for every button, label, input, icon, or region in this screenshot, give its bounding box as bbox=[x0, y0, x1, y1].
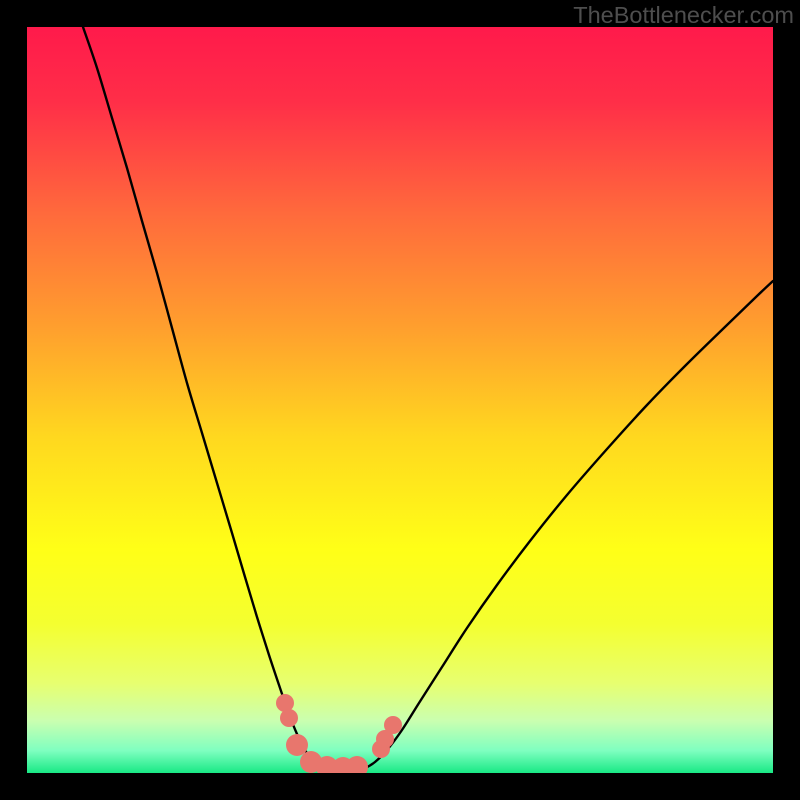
chart-svg bbox=[27, 27, 773, 773]
plot-area bbox=[27, 27, 773, 773]
watermark-text: TheBottlenecker.com bbox=[573, 2, 794, 29]
data-marker bbox=[384, 716, 402, 734]
data-marker bbox=[280, 709, 298, 727]
gradient-background bbox=[27, 27, 773, 773]
frame: TheBottlenecker.com bbox=[0, 0, 800, 800]
data-marker bbox=[286, 734, 308, 756]
